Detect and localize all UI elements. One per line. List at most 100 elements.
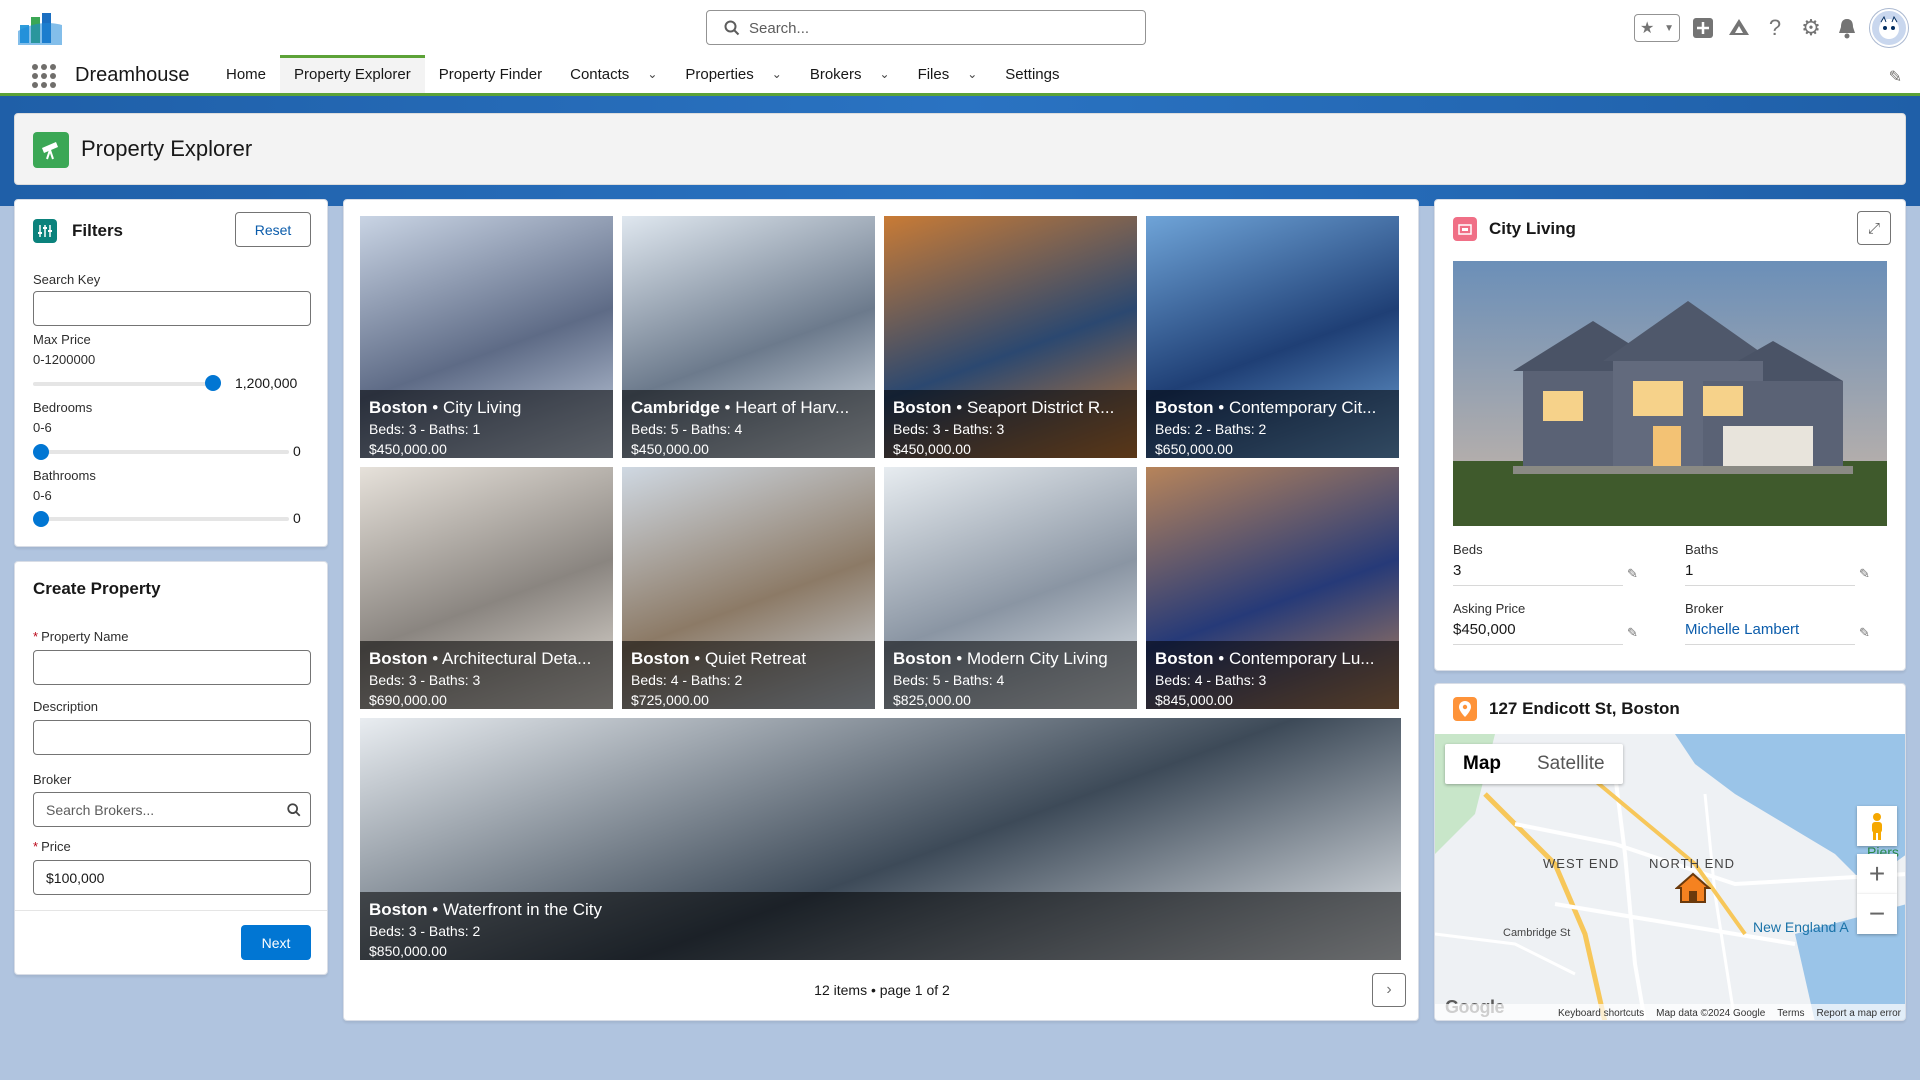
max-price-slider-knob[interactable] xyxy=(205,375,221,391)
broker-link[interactable]: Michelle Lambert xyxy=(1685,621,1855,645)
bedrooms-slider-knob[interactable] xyxy=(33,444,49,460)
property-tile[interactable]: Boston • City Living Beds: 3 - Baths: 1 $4… xyxy=(360,216,613,458)
keyboard-shortcuts-link[interactable]: Keyboard shortcuts xyxy=(1558,1008,1644,1019)
property-marker-icon[interactable] xyxy=(1675,872,1711,904)
chevron-down-icon[interactable]: ⌄ xyxy=(647,67,657,81)
favorites-button[interactable]: ★ ▼ xyxy=(1634,14,1680,42)
expand-button[interactable]: ⤢ xyxy=(1857,211,1891,245)
tile-price: $690,000.00 xyxy=(369,692,447,708)
edit-baths-icon[interactable]: ✎ xyxy=(1859,566,1870,582)
tile-title: Boston • Architectural Deta... xyxy=(369,649,592,668)
baths-label: Baths xyxy=(1685,542,1719,557)
street-view-pegman-icon[interactable] xyxy=(1857,806,1897,846)
page-header: Property Explorer xyxy=(14,113,1906,185)
price-input[interactable]: $100,000 xyxy=(33,860,311,895)
tile-city: Boston xyxy=(1155,398,1214,417)
nav-item-files[interactable]: Files ⌄ xyxy=(904,55,992,93)
global-actions-icon[interactable] xyxy=(1690,15,1716,41)
property-tile[interactable]: Boston • Waterfront in the City Beds: 3 -… xyxy=(360,718,1401,960)
chevron-down-icon[interactable]: ⌄ xyxy=(880,67,890,81)
help-icon[interactable]: ? xyxy=(1762,15,1788,41)
property-tile[interactable]: Boston • Quiet Retreat Beds: 4 - Baths: 2… xyxy=(622,467,875,709)
nav-item-label: Contacts xyxy=(570,65,630,83)
next-button[interactable]: Next xyxy=(241,925,311,960)
bedrooms-slider-track[interactable] xyxy=(33,450,289,454)
tile-name: Quiet Retreat xyxy=(704,649,807,668)
max-price-label: Max Price xyxy=(33,332,91,347)
zoom-in-button[interactable]: + xyxy=(1857,854,1897,894)
map-tab[interactable]: Map xyxy=(1445,744,1519,784)
tile-caption: Boston • Modern City Living Beds: 5 - Bat… xyxy=(884,641,1137,709)
bell-icon[interactable] xyxy=(1834,15,1860,41)
max-price-slider-track[interactable] xyxy=(33,382,221,386)
tile-title: Boston • Modern City Living xyxy=(893,649,1108,668)
bedrooms-range: 0-6 xyxy=(33,420,52,435)
app-name: Dreamhouse xyxy=(75,64,190,86)
max-price-range: 0-1200000 xyxy=(33,352,96,367)
description-input[interactable] xyxy=(33,720,311,755)
description-label: Description xyxy=(33,699,99,714)
next-page-button[interactable]: › xyxy=(1372,973,1406,1007)
tile-caption: Boston • Waterfront in the City Beds: 3 -… xyxy=(360,892,1401,960)
chevron-down-icon[interactable]: ⌄ xyxy=(967,67,977,81)
search-key-label: Search Key xyxy=(33,272,101,287)
nav-item-settings[interactable]: Settings xyxy=(991,55,1073,93)
nav-item-property-explorer[interactable]: Property Explorer xyxy=(280,55,425,93)
nav-item-label: Property Explorer xyxy=(294,65,411,83)
tile-city: Boston xyxy=(369,649,428,668)
gear-icon[interactable]: ⚙ xyxy=(1798,15,1824,41)
map-view[interactable]: Map Satellite WEST END NORTH END Cambrid… xyxy=(1435,734,1905,1020)
property-name-label: * Property Name xyxy=(33,629,129,644)
edit-price-icon[interactable]: ✎ xyxy=(1627,625,1638,641)
price-label: * Price xyxy=(33,839,71,854)
report-map-error-link[interactable]: Report a map error xyxy=(1817,1008,1901,1019)
tile-caption: Boston • Contemporary Lu... Beds: 4 - Bat… xyxy=(1146,641,1399,709)
star-icon: ★ xyxy=(1639,20,1655,37)
nav-item-brokers[interactable]: Brokers ⌄ xyxy=(796,55,904,93)
zoom-out-button[interactable]: − xyxy=(1857,894,1897,934)
property-tile[interactable]: Boston • Contemporary Cit... Beds: 2 - Ba… xyxy=(1146,216,1399,458)
satellite-tab[interactable]: Satellite xyxy=(1519,744,1623,784)
property-tile[interactable]: Cambridge • Heart of Harv... Beds: 5 - Ba… xyxy=(622,216,875,458)
edit-broker-icon[interactable]: ✎ xyxy=(1859,625,1870,641)
reset-button[interactable]: Reset xyxy=(235,212,311,247)
new-england-label: New England A xyxy=(1753,919,1849,935)
nav-item-properties[interactable]: Properties ⌄ xyxy=(671,55,795,93)
tile-specs: Beds: 5 - Baths: 4 xyxy=(893,672,1005,688)
search-icon xyxy=(287,803,301,817)
bathrooms-slider-track[interactable] xyxy=(33,517,289,521)
broker-search-input[interactable]: Search Brokers... xyxy=(33,792,311,827)
search-key-input[interactable] xyxy=(33,291,311,326)
app-logo-icon[interactable] xyxy=(18,11,62,45)
trailhead-icon[interactable] xyxy=(1726,15,1752,41)
tile-price: $725,000.00 xyxy=(631,692,709,708)
avatar[interactable] xyxy=(1870,9,1908,47)
app-nav-bar: Dreamhouse Home Property Explorer Property… xyxy=(0,55,1920,96)
nav-item-home[interactable]: Home xyxy=(212,55,280,93)
tile-city: Boston xyxy=(893,398,952,417)
filters-title: Filters xyxy=(72,221,124,240)
global-search[interactable]: Search... xyxy=(706,10,1146,45)
tile-name: Modern City Living xyxy=(966,649,1108,668)
tile-caption: Cambridge • Heart of Harv... Beds: 5 - Ba… xyxy=(622,390,875,458)
tile-title: Boston • Contemporary Cit... xyxy=(1155,398,1377,417)
property-tile[interactable]: Boston • Modern City Living Beds: 5 - Bat… xyxy=(884,467,1137,709)
property-tile[interactable]: Boston • Seaport District R... Beds: 3 - … xyxy=(884,216,1137,458)
chevron-down-icon[interactable]: ⌄ xyxy=(772,67,782,81)
bathrooms-slider-knob[interactable] xyxy=(33,511,49,527)
nav-item-contacts[interactable]: Contacts ⌄ xyxy=(556,55,671,93)
tile-name: Seaport District R... xyxy=(966,398,1115,417)
terms-link[interactable]: Terms xyxy=(1777,1008,1804,1019)
nav-item-property-finder[interactable]: Property Finder xyxy=(425,55,556,93)
property-name-input[interactable] xyxy=(33,650,311,685)
filters-card: Filters Reset Search Key Max Price 0-120… xyxy=(14,199,328,547)
property-tile[interactable]: Boston • Contemporary Lu... Beds: 4 - Bat… xyxy=(1146,467,1399,709)
tile-city: Boston xyxy=(369,398,428,417)
property-tile[interactable]: Boston • Architectural Deta... Beds: 3 - … xyxy=(360,467,613,709)
pagination-text: 12 items • page 1 of 2 xyxy=(814,982,950,998)
tile-caption: Boston • Quiet Retreat Beds: 4 - Baths: 2… xyxy=(622,641,875,709)
app-launcher-icon[interactable] xyxy=(32,64,56,88)
edit-nav-icon[interactable]: ✎ xyxy=(1889,67,1902,87)
tile-city: Boston xyxy=(1155,649,1214,668)
edit-beds-icon[interactable]: ✎ xyxy=(1627,566,1638,582)
